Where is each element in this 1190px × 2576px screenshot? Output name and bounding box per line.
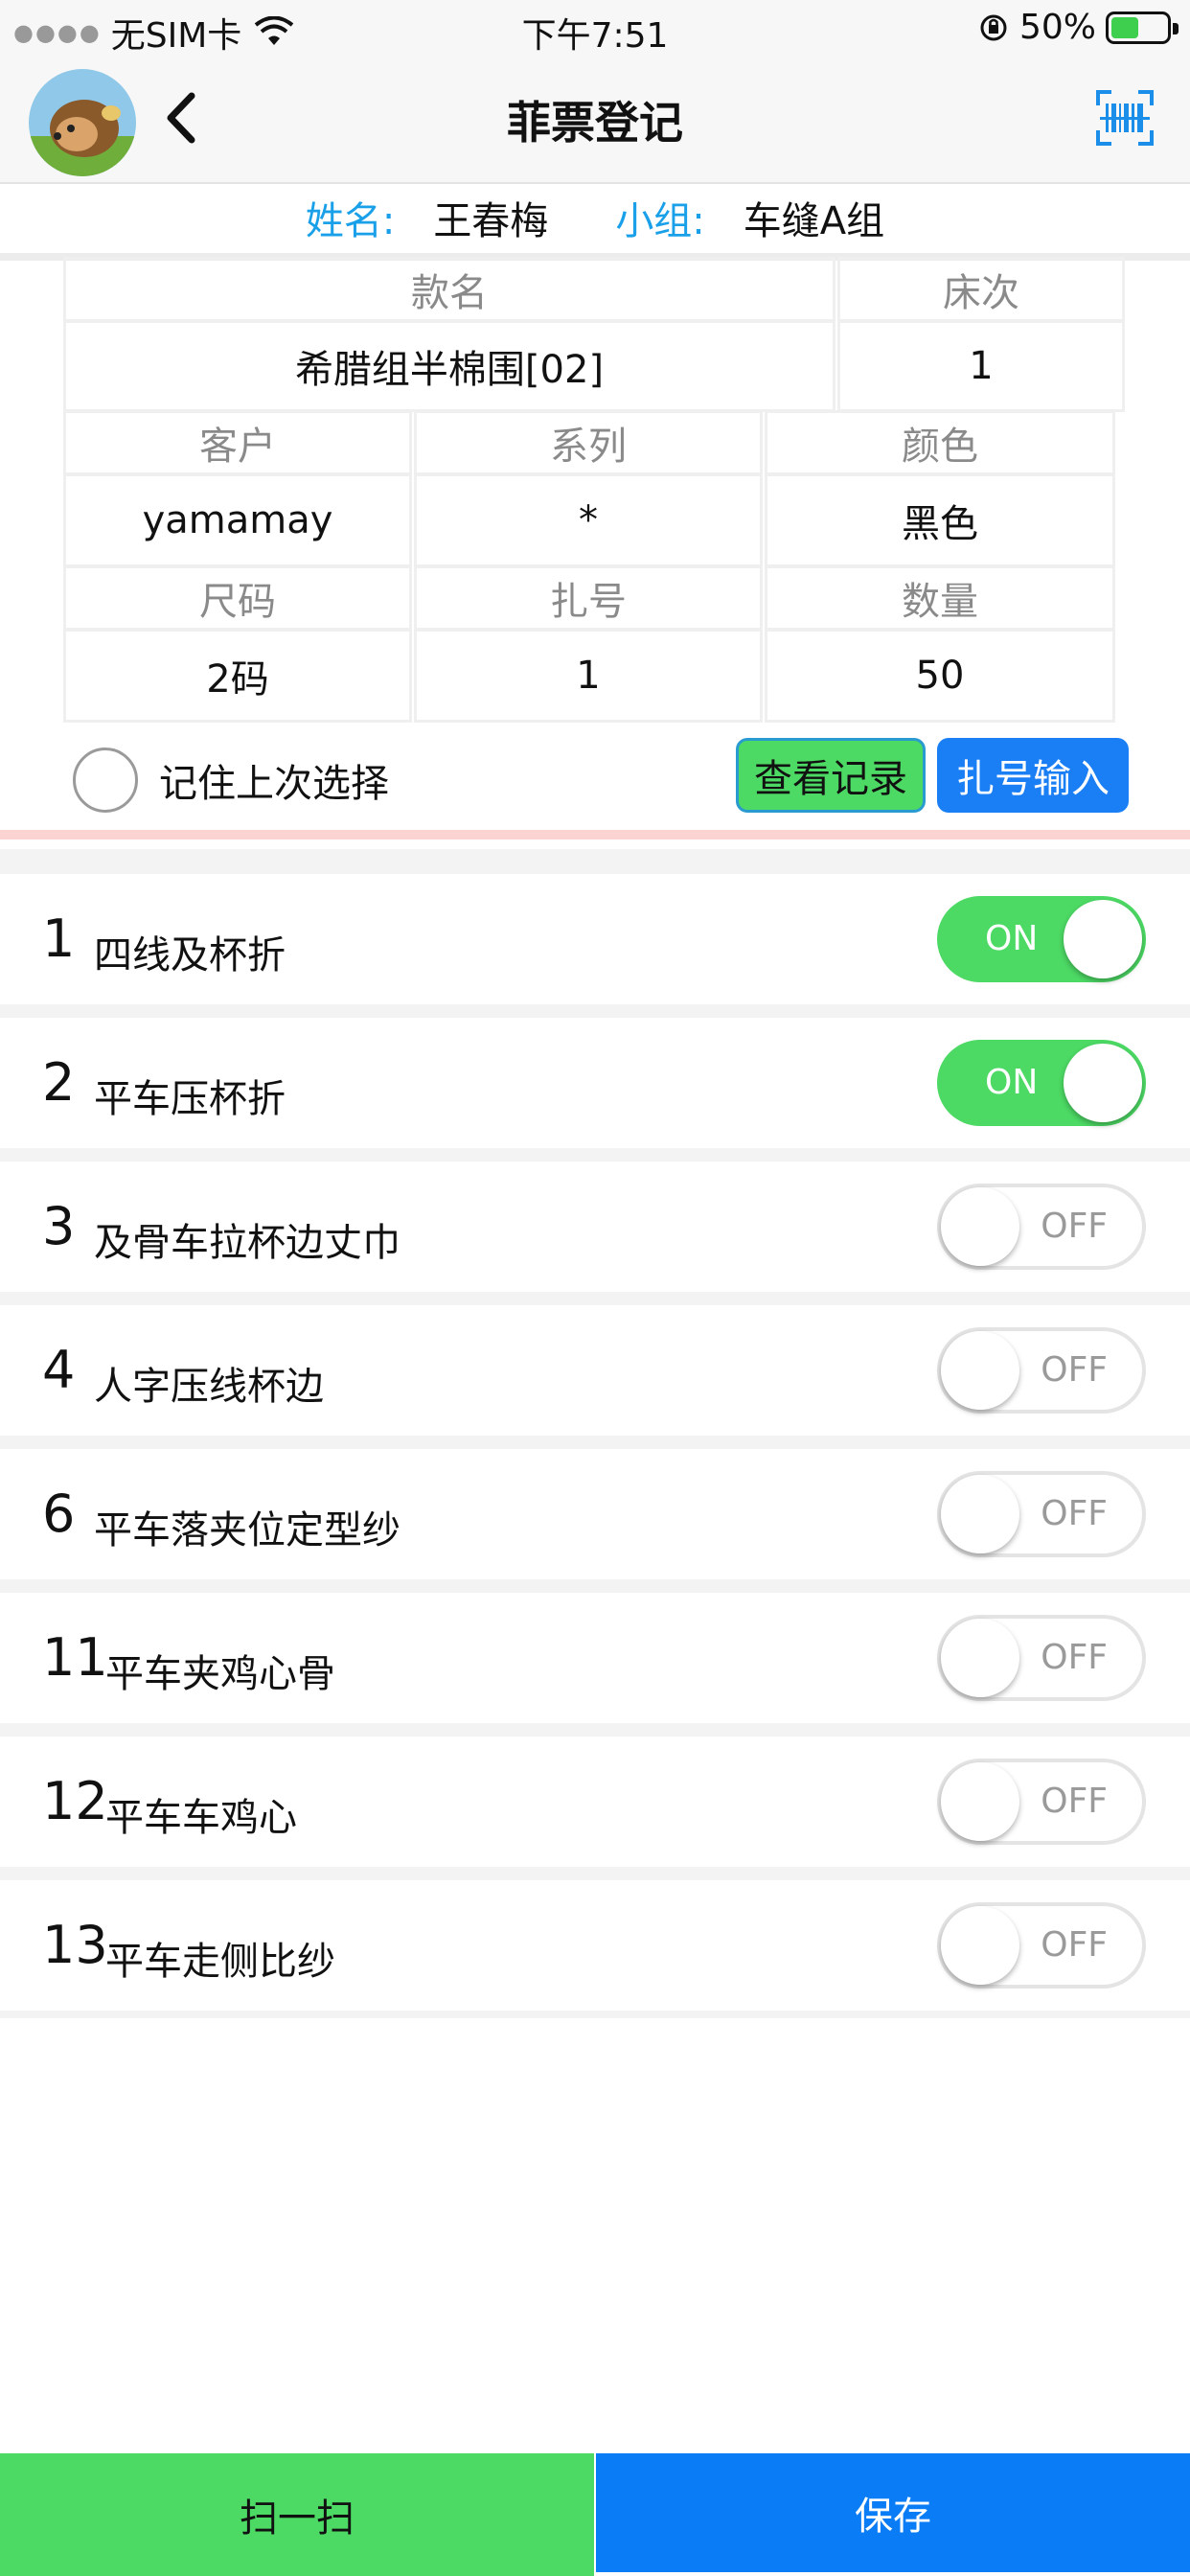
customer-value[interactable]: yamamay <box>63 473 412 567</box>
process-toggle[interactable]: OFF <box>937 1471 1146 1557</box>
remember-radio[interactable] <box>73 748 138 813</box>
page-title: 菲票登记 <box>507 97 683 149</box>
toggle-state-label: OFF <box>1041 1207 1108 1246</box>
process-row: 1 四线及杯折 ON <box>0 874 1190 1004</box>
process-name: 人字压线杯边 <box>94 1365 324 1409</box>
toggle-state-label: OFF <box>1041 1638 1108 1677</box>
process-name: 及骨车拉杯边丈巾 <box>94 1221 400 1265</box>
process-row: 4 人字压线杯边 OFF <box>0 1305 1190 1436</box>
group-value: 车缝A组 <box>743 199 885 243</box>
size-value[interactable]: 2码 <box>63 629 412 723</box>
name-label: 姓名: <box>305 199 396 243</box>
process-number: 1 <box>42 908 76 969</box>
process-toggle[interactable]: OFF <box>937 1184 1146 1270</box>
toggle-knob <box>941 1187 1019 1266</box>
process-number: 12 <box>42 1771 108 1831</box>
save-button[interactable]: 保存 <box>596 2453 1190 2572</box>
process-row: 12 平车车鸡心 OFF <box>0 1736 1190 1867</box>
style-name-value[interactable]: 希腊组半棉围[02] <box>63 320 835 412</box>
series-header: 系列 <box>414 410 763 475</box>
process-toggle[interactable]: OFF <box>937 1327 1146 1414</box>
size-header: 尺码 <box>63 565 412 631</box>
toggle-knob <box>941 1906 1019 1985</box>
process-row: 6 平车落夹位定型纱 OFF <box>0 1449 1190 1579</box>
quantity-header: 数量 <box>765 565 1115 631</box>
toggle-knob <box>941 1619 1019 1697</box>
process-toggle[interactable]: OFF <box>937 1902 1146 1989</box>
process-toggle[interactable]: OFF <box>937 1615 1146 1701</box>
color-header: 颜色 <box>765 410 1115 475</box>
toggle-state-label: OFF <box>1041 1782 1108 1821</box>
toggle-knob <box>941 1475 1019 1553</box>
color-value[interactable]: 黑色 <box>765 473 1115 567</box>
process-row: 2 平车压杯折 ON <box>0 1018 1190 1148</box>
process-name: 平车压杯折 <box>94 1077 286 1121</box>
toggle-knob <box>941 1762 1019 1841</box>
process-toggle[interactable]: ON <box>937 896 1146 982</box>
bed-value[interactable]: 1 <box>837 320 1125 412</box>
process-number: 4 <box>42 1340 76 1400</box>
remember-label: 记住上次选择 <box>159 762 389 806</box>
view-records-button[interactable]: 查看记录 <box>736 738 926 813</box>
worker-info: 姓名: 王春梅 小组: 车缝A组 <box>0 184 1190 251</box>
toggle-state-label: OFF <box>1041 1350 1108 1390</box>
process-row: 3 及骨车拉杯边丈巾 OFF <box>0 1162 1190 1292</box>
status-bar: ●●●● 无SIM卡 下午7:51 50% <box>0 0 1190 58</box>
battery-percent: 50% <box>1018 8 1096 47</box>
process-number: 11 <box>42 1627 108 1688</box>
quantity-value[interactable]: 50 <box>765 629 1115 723</box>
process-row: 11 平车夹鸡心骨 OFF <box>0 1593 1190 1723</box>
toggle-state-label: OFF <box>1041 1494 1108 1533</box>
name-value: 王春梅 <box>433 199 549 243</box>
process-name: 平车走侧比纱 <box>105 1940 335 1984</box>
group-label: 小组: <box>615 199 705 243</box>
process-number: 2 <box>42 1052 76 1113</box>
style-name-header: 款名 <box>63 257 835 322</box>
process-name: 平车落夹位定型纱 <box>94 1508 400 1552</box>
barcode-scan-icon[interactable] <box>1094 88 1156 148</box>
status-right: 50% <box>979 8 1179 47</box>
process-number: 3 <box>42 1196 76 1256</box>
bundle-input-button[interactable]: 扎号输入 <box>937 738 1129 813</box>
top-bar: ●●●● 无SIM卡 下午7:51 50% 菲票登记 <box>0 0 1190 184</box>
process-name: 平车车鸡心 <box>105 1796 297 1840</box>
toggle-state-label: OFF <box>1041 1925 1108 1965</box>
process-toggle[interactable]: OFF <box>937 1759 1146 1845</box>
toggle-knob <box>941 1331 1019 1410</box>
bundle-header: 扎号 <box>414 565 763 631</box>
bed-header: 床次 <box>837 257 1125 322</box>
toggle-state-label: ON <box>985 1063 1039 1102</box>
process-row: 13 平车走侧比纱 OFF <box>0 1880 1190 2011</box>
process-name: 平车夹鸡心骨 <box>105 1652 335 1696</box>
process-number: 13 <box>42 1915 108 1975</box>
customer-header: 客户 <box>63 410 412 475</box>
battery-icon <box>1106 11 1179 44</box>
process-name: 四线及杯折 <box>94 933 286 978</box>
series-value[interactable]: * <box>414 473 763 567</box>
toggle-knob <box>1064 900 1142 978</box>
scan-button[interactable]: 扫一扫 <box>0 2453 594 2576</box>
remember-selection[interactable]: 记住上次选择 <box>73 748 389 813</box>
process-toggle[interactable]: ON <box>937 1040 1146 1126</box>
toggle-knob <box>1064 1044 1142 1122</box>
bottom-bar: 扫一扫 保存 <box>0 2453 1190 2576</box>
bundle-value[interactable]: 1 <box>414 629 763 723</box>
process-number: 6 <box>42 1484 76 1544</box>
toggle-state-label: ON <box>985 919 1039 958</box>
orientation-lock-icon <box>980 14 1007 40</box>
